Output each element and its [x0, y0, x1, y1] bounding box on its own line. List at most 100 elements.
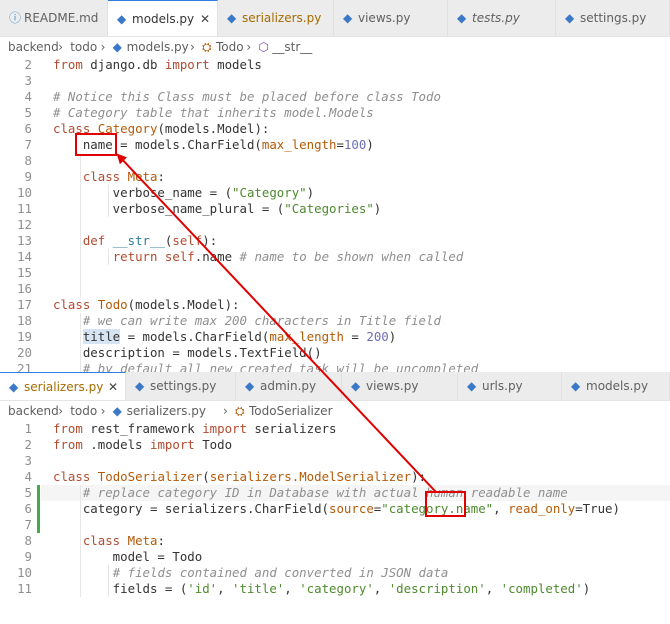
line-number: 18 [17, 313, 32, 328]
code-line: 18 # we can write max 200 characters in … [0, 313, 670, 329]
line-number: 13 [17, 233, 32, 248]
python-file-icon: ◆ [351, 379, 361, 393]
line-number: 5 [24, 105, 32, 120]
line-number: 5 [24, 485, 32, 500]
tab-views-py[interactable]: ◆ views.py [334, 0, 448, 36]
code-line: 9 model = Todo [0, 549, 670, 565]
line-number: 19 [17, 329, 32, 344]
line-number: 17 [17, 297, 32, 312]
breadcrumb-item[interactable]: serializers.py [127, 401, 206, 421]
tab-admin-py[interactable]: ◆ admin.py [236, 372, 342, 400]
code-text: from .models import Todo [53, 437, 233, 452]
breadcrumb-item[interactable]: __str__ [272, 37, 312, 57]
tab-views-py[interactable]: ◆ views.py [342, 372, 458, 400]
editor-group-top: ⓘREADME.md◆models.py✕◆serializers.pyM◆vi… [0, 0, 670, 372]
code-text: category = serializers.CharField(source=… [53, 501, 620, 516]
code-line: 14 return self.name # name to be shown w… [0, 249, 670, 265]
python-file-icon: ◆ [112, 40, 122, 54]
line-number: 3 [24, 73, 32, 88]
tab-label: views.py [358, 11, 411, 25]
code-line: 11 verbose_name_plural = ("Categories") [0, 201, 670, 217]
tab-serializers-py[interactable]: ◆serializers.pyM✕ [0, 372, 126, 400]
tab-label: serializers.py [24, 380, 104, 394]
line-number: 11 [17, 581, 32, 596]
breadcrumb-separator: › [223, 404, 228, 418]
code-text: from rest_framework import serializers [53, 421, 337, 436]
code-line: 20 description = models.TextField() [0, 345, 670, 361]
breadcrumb-item[interactable]: TodoSerializer [249, 401, 333, 421]
tab-label: settings.py [150, 379, 217, 393]
code-text: # replace category ID in Database with a… [82, 485, 568, 500]
tab-models-py[interactable]: ◆ models.py [562, 372, 670, 400]
line-number: 11 [17, 201, 32, 216]
breadcrumb-separator: › [58, 404, 63, 418]
line-number: 9 [24, 549, 32, 564]
python-file-icon: ◆ [135, 379, 145, 393]
tab-urls-py[interactable]: ◆ urls.py [458, 372, 562, 400]
tab-label: README.md [24, 11, 99, 25]
breadcrumb-item[interactable]: models.py [127, 37, 189, 57]
code-line: 13 def __str__(self): [0, 233, 670, 249]
breadcrumb-item[interactable]: todo [70, 401, 97, 421]
tab-tests-py[interactable]: ◆ tests.py [448, 0, 556, 36]
line-number: 9 [24, 169, 32, 184]
breadcrumb-item[interactable]: todo [70, 37, 97, 57]
breadcrumb-separator: › [100, 404, 106, 418]
tab-settings-py[interactable]: ◆ settings.py [126, 372, 236, 400]
code-line: 7 [0, 517, 670, 533]
python-file-icon: ◆ [457, 11, 467, 25]
python-file-icon: ◆ [343, 11, 353, 25]
line-number: 8 [24, 153, 32, 168]
tab-bar-top: ⓘREADME.md ◆ models.py ✕◆serializers.pyM ◆ vi… [0, 0, 670, 37]
line-number: 7 [24, 517, 32, 532]
line-number: 15 [17, 265, 32, 280]
python-file-icon: ◆ [117, 12, 127, 26]
editor-group-bottom: ◆serializers.pyM✕◆settings.py◆admin.py◆v… [0, 372, 670, 624]
code-text: class Meta: [82, 169, 165, 184]
code-line: 10 # fields contained and converted in J… [0, 565, 670, 581]
close-icon[interactable]: ✕ [108, 373, 118, 400]
code-editor-top[interactable]: 2 from django.db import models 3 4 # Notice … [0, 57, 670, 372]
tab-label: models.py [586, 379, 649, 393]
code-text: # fields contained and converted in JSON… [112, 565, 449, 580]
breadcrumb-item[interactable]: backend [8, 401, 59, 421]
breadcrumb-separator: › [58, 40, 63, 54]
line-number: 2 [24, 437, 32, 452]
code-text: # we can write max 200 characters in Tit… [82, 313, 441, 328]
code-text: # Notice this Class must be placed befor… [53, 89, 441, 104]
tab-serializers-py[interactable]: ◆serializers.pyM [218, 0, 334, 36]
code-text: model = Todo [53, 549, 203, 564]
tab-label: views.py [366, 379, 419, 393]
line-number: 4 [24, 89, 32, 104]
code-text: title = models.CharField(max_length = 20… [82, 329, 397, 344]
line-number: 6 [24, 121, 32, 136]
code-text: # Category table that inherits model.Mod… [53, 105, 374, 120]
code-text: description = models.TextField() [53, 345, 322, 360]
line-number: 21 [17, 361, 32, 372]
class-icon: ⛭ [235, 404, 245, 418]
tab-bar-bottom: ◆serializers.pyM✕◆settings.py◆admin.py◆v… [0, 372, 670, 401]
python-file-icon: ◆ [571, 379, 581, 393]
code-line: 1 from rest_framework import serializers [0, 421, 670, 437]
breadcrumb-top: backend › todo › ◆ models.py › ⛭ Todo › ⬡ __str__ [0, 37, 670, 57]
tab-settings-py[interactable]: ◆ settings.py [556, 0, 670, 36]
code-text: class Meta: [82, 533, 165, 548]
code-text: class TodoSerializer(serializers.ModelSe… [53, 469, 427, 484]
code-editor-bottom[interactable]: 1 from rest_framework import serializers 2… [0, 421, 670, 624]
code-line: 11 fields = ('id', 'title', 'category', … [0, 581, 670, 597]
annotation-box-category-name [425, 491, 466, 517]
line-number: 7 [24, 137, 32, 152]
breadcrumb-item[interactable]: Todo [216, 37, 244, 57]
code-line: 4 class TodoSerializer(serializers.ModelS… [0, 469, 670, 485]
tab-readme-md[interactable]: ⓘ README.md [0, 0, 108, 36]
line-number: 1 [24, 421, 32, 436]
tab-models-py[interactable]: ◆ models.py ✕ [108, 0, 218, 36]
breadcrumb-item[interactable]: backend [8, 37, 59, 57]
class-icon: ⛭ [202, 40, 212, 54]
close-icon[interactable]: ✕ [200, 1, 210, 36]
line-number: 3 [24, 453, 32, 468]
tab-label: models.py [132, 12, 195, 26]
python-file-icon: ◆ [245, 379, 255, 393]
breadcrumb-separator: › [246, 40, 252, 54]
line-number: 6 [24, 501, 32, 516]
